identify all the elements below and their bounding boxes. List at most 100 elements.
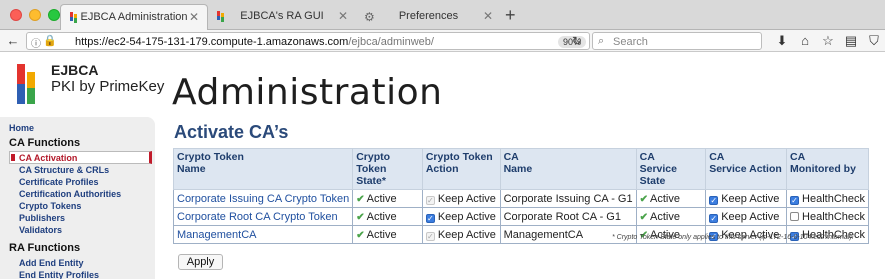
sidebar-item-ca-activation[interactable]: CA Activation (19, 153, 77, 163)
token-state-cell: ✔ Active (352, 189, 423, 208)
monitored-by-cell: ✓ HealthCheck (786, 189, 869, 208)
back-arrow-icon[interactable]: ← (5, 33, 21, 49)
checkmark-icon: ✔ (356, 211, 365, 223)
header-line: Crypto Token (425, 151, 493, 163)
col-header-monitored-by: CA Monitored by (786, 148, 869, 190)
service-keep-active-checkbox[interactable]: ✓ (709, 213, 719, 223)
sidebar-item-home[interactable]: Home (9, 123, 34, 133)
info-icon[interactable]: ⓘ (31, 35, 41, 50)
reload-icon[interactable]: ↻ (572, 34, 582, 48)
minimize-window-button[interactable] (29, 9, 41, 21)
service-keep-active-checkbox[interactable]: ✓ (709, 195, 719, 205)
logo-subtitle: PKI by PrimeKey (51, 78, 165, 95)
tab-label: EJBCA Administration (80, 11, 188, 23)
sidebar-item-certification-authorities[interactable]: Certification Authorities (19, 189, 121, 199)
table-row: Corporate Root CA Crypto Token ✔ Active ✓… (172, 207, 869, 226)
header-line: State* (356, 175, 386, 187)
close-tab-icon[interactable]: ✕ (338, 9, 348, 23)
header-line: Crypto Token (177, 151, 244, 163)
checkmark-icon: ✔ (356, 193, 365, 205)
apply-button[interactable]: Apply (178, 254, 223, 270)
monitored-by-cell: HealthCheck (786, 207, 869, 226)
insecure-lock-icon[interactable]: 🔒 (43, 34, 57, 47)
service-state: Active (650, 210, 680, 223)
keep-active-label: Keep Active (437, 192, 496, 205)
close-tab-icon[interactable]: ✕ (483, 9, 493, 23)
url-path: /ejbca/adminweb/ (348, 36, 434, 48)
close-tab-icon[interactable]: ✕ (189, 10, 199, 24)
healthcheck-label: HealthCheck (802, 210, 865, 223)
keep-active-checkbox[interactable]: ✓ (425, 213, 435, 223)
crypto-token-link[interactable]: Corporate Root CA Crypto Token (172, 207, 354, 226)
sidebar-section-ra-functions: RA Functions (9, 242, 81, 254)
sidebar-item-add-end-entity[interactable]: Add End Entity (19, 258, 84, 268)
bookmark-star-icon[interactable]: ☆ (820, 33, 836, 49)
service-action-cell: ✓ Keep Active (705, 189, 788, 208)
crypto-token-link[interactable]: ManagementCA (172, 225, 354, 244)
tab-label: EJBCA's RA GUI (240, 10, 324, 22)
healthcheck-checkbox[interactable] (790, 211, 800, 221)
search-field[interactable]: ⌕ Search (592, 32, 762, 50)
token-action-cell: ✓ Keep Active (421, 225, 501, 244)
sidebar-item-end-entity-profiles[interactable]: End Entity Profiles (19, 270, 99, 279)
token-state: Active (366, 192, 397, 205)
healthcheck-checkbox[interactable]: ✓ (790, 195, 800, 205)
pocket-icon[interactable]: ⛉ (866, 33, 882, 49)
close-window-button[interactable] (10, 9, 22, 21)
token-state-cell: ✔ Active (352, 225, 423, 244)
col-header-service-action: CA Service Action (705, 148, 788, 190)
header-line: CA (790, 151, 806, 163)
checkmark-icon: ✔ (356, 229, 365, 241)
ca-name-cell: Corporate Root CA - G1 (499, 207, 637, 226)
download-icon[interactable]: ⬇ (774, 33, 790, 49)
zoom-window-button[interactable] (48, 9, 60, 21)
sidebar-section-ca-functions: CA Functions (9, 137, 81, 149)
keep-active-label: Keep Active (437, 228, 496, 241)
keep-active-label: Keep Active (437, 210, 496, 223)
sidebar: Home CA Functions CA Activation CA Struc… (0, 117, 155, 279)
token-state: Active (366, 210, 397, 223)
token-state: Active (366, 228, 397, 241)
sidebar-item-certificate-profiles[interactable]: Certificate Profiles (19, 177, 99, 187)
tab-ejbca-administration[interactable]: EJBCA Administration ✕ (60, 4, 208, 30)
library-icon[interactable]: ▤ (843, 33, 859, 49)
tab-ejbca-ra-gui[interactable]: EJBCA's RA GUI ✕ (208, 4, 356, 30)
table-row: Corporate Issuing CA Crypto Token ✔ Activ… (172, 189, 869, 208)
sidebar-item-ca-structure-crls[interactable]: CA Structure & CRLs (19, 165, 109, 175)
sidebar-item-validators[interactable]: Validators (19, 225, 62, 235)
keep-active-checkbox[interactable]: ✓ (425, 195, 435, 205)
token-action-cell: ✓ Keep Active (421, 207, 501, 226)
sidebar-item-publishers[interactable]: Publishers (19, 213, 65, 223)
checkmark-icon: ✔ (639, 193, 648, 205)
service-keep-active-label: Keep Active (721, 192, 780, 205)
page-title: Administration (172, 72, 443, 113)
ejbca-logo-icon (17, 64, 35, 104)
col-header-ca-name: CA Name (499, 148, 637, 190)
checkmark-icon: ✔ (639, 211, 648, 223)
browser-nav-bar: ← ⓘ 🔒 https://ec2-54-175-131-179.compute… (0, 30, 885, 52)
header-line: Name (503, 163, 533, 175)
tab-label: Preferences (398, 10, 459, 22)
token-action-cell: ✓ Keep Active (421, 189, 501, 208)
sidebar-item-crypto-tokens[interactable]: Crypto Tokens (19, 201, 81, 211)
header-line: Monitored by (790, 163, 856, 175)
header-line: Crypto Token (356, 151, 391, 175)
col-header-service-state: CA Service State (635, 148, 707, 190)
table-header-row: Crypto Token Name Crypto Token State* Cryp… (172, 148, 869, 190)
url-bar[interactable]: ⓘ 🔒 https://ec2-54-175-131-179.compute-1… (26, 32, 590, 50)
crypto-token-link[interactable]: Corporate Issuing CA Crypto Token (172, 189, 354, 208)
state-footnote: * Crypto Token State only applies to thi… (612, 234, 854, 241)
ca-name-cell: Corporate Issuing CA - G1 (499, 189, 637, 208)
search-icon: ⌕ (598, 35, 605, 47)
logo-title: EJBCA (51, 62, 99, 78)
service-action-cell: ✓ Keep Active (705, 207, 788, 226)
header-line: Service Action (709, 163, 782, 175)
service-state: Active (650, 192, 680, 205)
new-tab-icon[interactable]: + (505, 5, 516, 26)
home-icon[interactable]: ⌂ (797, 33, 813, 49)
service-state-cell: ✔ Active (635, 207, 707, 226)
url-text: https://ec2-54-175-131-179.compute-1.ama… (75, 36, 434, 48)
tab-preferences[interactable]: ⚙ Preferences ✕ (356, 4, 501, 30)
keep-active-checkbox[interactable]: ✓ (425, 231, 435, 241)
service-keep-active-label: Keep Active (721, 210, 780, 223)
